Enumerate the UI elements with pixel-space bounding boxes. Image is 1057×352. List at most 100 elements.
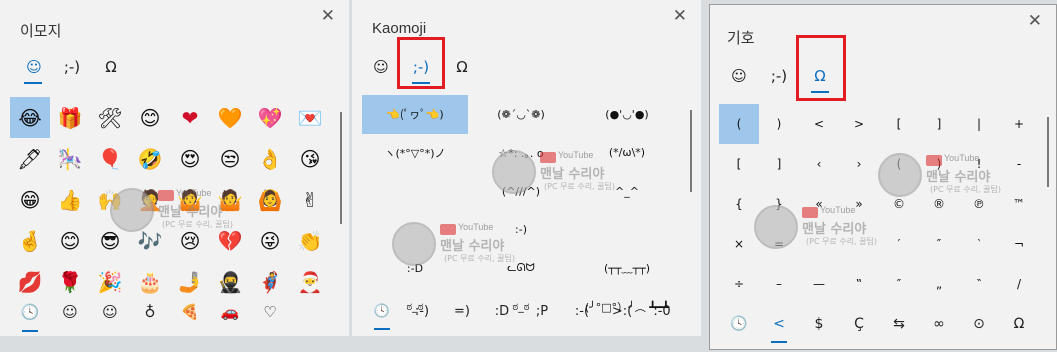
emoji-cell[interactable]: 😁 xyxy=(10,179,50,220)
symbol-cell[interactable]: ] xyxy=(919,104,959,144)
tab-kaomoji[interactable]: ;-) xyxy=(54,54,90,80)
symbol-cell[interactable]: / xyxy=(999,264,1039,304)
symbol-cell[interactable] xyxy=(839,224,879,264)
recent-icon[interactable]: 🕓 xyxy=(362,292,402,330)
tab-symbols[interactable]: Ω xyxy=(93,54,129,80)
emoji-cell[interactable]: 👍 xyxy=(50,179,90,220)
symbol-cell[interactable]: › xyxy=(839,144,879,184)
symbol-cell[interactable]: » xyxy=(839,184,879,224)
symbol-cell[interactable]: + xyxy=(999,104,1039,144)
kaomoji-cell[interactable]: (^///^) xyxy=(468,172,574,211)
kaomoji-cell[interactable]: ☆*: .｡. o xyxy=(468,134,574,173)
symbol-cell[interactable]: – xyxy=(759,264,799,304)
recent-icon[interactable]: 🕓 xyxy=(10,292,50,332)
emoji-cell[interactable]: 🎅 xyxy=(290,261,330,302)
symbol-cell[interactable]: ″ xyxy=(919,224,959,264)
symbol-cell[interactable]: ] xyxy=(759,144,799,184)
symbol-cell[interactable]: [ xyxy=(719,144,759,184)
close-icon[interactable]: ✕ xyxy=(321,6,335,26)
emoji-cell[interactable]: 💌 xyxy=(290,97,330,138)
symbol-cell[interactable]: ℗ xyxy=(959,184,999,224)
close-icon[interactable]: ✕ xyxy=(1028,11,1042,31)
symbol-cell[interactable] xyxy=(799,224,839,264)
symbol-cell[interactable]: ′ xyxy=(879,224,919,264)
emoji-cell[interactable]: 💖 xyxy=(250,97,290,138)
category-math[interactable]: ∞ xyxy=(919,305,959,343)
symbol-cell[interactable]: { xyxy=(719,184,759,224)
category-supplemental[interactable]: ⊙ xyxy=(959,305,999,343)
emoji-cell[interactable]: 🖋 xyxy=(10,138,50,179)
kaomoji-cell[interactable]: (*/ω\*) xyxy=(574,134,680,173)
category-currency[interactable]: $ xyxy=(799,305,839,343)
category-angry[interactable]: >:( xyxy=(602,292,642,330)
food-category-icon[interactable]: 🍕 xyxy=(170,292,210,332)
emoji-cell[interactable]: 😘 xyxy=(290,138,330,179)
recent-icon[interactable]: 🕓 xyxy=(719,305,759,343)
tab-symbols[interactable]: Ω xyxy=(444,54,480,80)
travel-category-icon[interactable]: 🚗 xyxy=(210,292,250,332)
symbol-cell[interactable]: ‹ xyxy=(799,144,839,184)
symbol-cell[interactable]: = xyxy=(759,224,799,264)
kaomoji-cell[interactable]: ᓚᘏᗢ xyxy=(468,249,574,288)
emoji-cell[interactable]: 😍 xyxy=(170,138,210,179)
symbol-cell[interactable]: ™ xyxy=(999,184,1039,224)
symbol-cell[interactable]: ÷ xyxy=(719,264,759,304)
emoji-cell[interactable]: 🤷 xyxy=(210,179,250,220)
people-category-icon[interactable]: ☺ xyxy=(90,292,130,332)
symbol-cell[interactable]: ( xyxy=(879,144,919,184)
symbol-cell[interactable]: | xyxy=(959,104,999,144)
category-latin[interactable]: Ç xyxy=(839,305,879,343)
symbol-cell[interactable]: > xyxy=(839,104,879,144)
emoji-cell[interactable]: 🤦 xyxy=(130,179,170,220)
scrollbar[interactable] xyxy=(690,110,692,192)
emoji-cell[interactable]: ✌ xyxy=(290,179,330,220)
scrollbar[interactable] xyxy=(1047,117,1049,187)
tab-emoji[interactable]: ☺ xyxy=(721,63,757,89)
emoji-cell[interactable]: 🎁 xyxy=(50,97,90,138)
emoji-cell[interactable]: 🙌 xyxy=(90,179,130,220)
symbol-cell[interactable]: [ xyxy=(879,104,919,144)
emoji-cell[interactable]: 😂 xyxy=(10,97,50,138)
emoji-cell[interactable]: 😜 xyxy=(250,220,290,261)
symbol-cell[interactable]: < xyxy=(799,104,839,144)
kaomoji-cell[interactable]: :-D xyxy=(362,249,468,288)
symbol-cell[interactable]: ) xyxy=(919,144,959,184)
emoji-cell[interactable]: 🙆 xyxy=(250,179,290,220)
kaomoji-cell[interactable]: (●'◡'●) xyxy=(574,95,680,134)
symbol-cell[interactable]: « xyxy=(799,184,839,224)
emoji-cell[interactable]: 😒 xyxy=(210,138,250,179)
symbol-cell[interactable]: ® xyxy=(919,184,959,224)
emoji-cell[interactable]: 👏 xyxy=(290,220,330,261)
symbol-cell[interactable]: ¬ xyxy=(999,224,1039,264)
emoji-cell[interactable]: 🛠 xyxy=(90,97,130,138)
emoji-cell[interactable]: 👌 xyxy=(250,138,290,179)
kaomoji-cell[interactable]: (┬┬﹏┬┬) xyxy=(574,249,680,288)
emoji-cell[interactable]: 💔 xyxy=(210,220,250,261)
heart-category-icon[interactable]: ♡ xyxy=(250,292,290,332)
symbol-cell[interactable]: ‵ xyxy=(959,224,999,264)
tab-emoji[interactable]: ☺ xyxy=(16,54,52,80)
kaomoji-cell[interactable]: (❁´◡`❁) xyxy=(468,95,574,134)
symbol-cell[interactable]: } xyxy=(759,184,799,224)
symbol-cell[interactable]: ″ xyxy=(879,264,919,304)
symbol-cell[interactable]: — xyxy=(799,264,839,304)
symbol-cell[interactable]: © xyxy=(879,184,919,224)
emoji-cell[interactable]: 😢 xyxy=(170,220,210,261)
emoji-cell[interactable]: 🧡 xyxy=(210,97,250,138)
celebration-category-icon[interactable]: ♁ xyxy=(130,292,170,332)
scrollbar[interactable] xyxy=(340,112,342,224)
category-surprised[interactable]: :-0 xyxy=(642,292,682,330)
kaomoji-cell[interactable] xyxy=(362,172,468,211)
emoji-cell[interactable]: 😎 xyxy=(90,220,130,261)
symbol-cell[interactable]: × xyxy=(719,224,759,264)
emoji-cell[interactable]: 🎶 xyxy=(130,220,170,261)
symbol-cell[interactable]: „ xyxy=(919,264,959,304)
category-sad[interactable]: :-( xyxy=(562,292,602,330)
kaomoji-cell[interactable] xyxy=(362,211,468,250)
symbol-cell[interactable]: ( xyxy=(719,104,759,144)
symbol-cell[interactable]: ) xyxy=(759,104,799,144)
emoji-cell[interactable]: 😊 xyxy=(50,220,90,261)
emoji-cell[interactable]: 😊 xyxy=(130,97,170,138)
symbol-cell[interactable]: - xyxy=(999,144,1039,184)
category-happy[interactable]: :-) xyxy=(402,292,442,330)
